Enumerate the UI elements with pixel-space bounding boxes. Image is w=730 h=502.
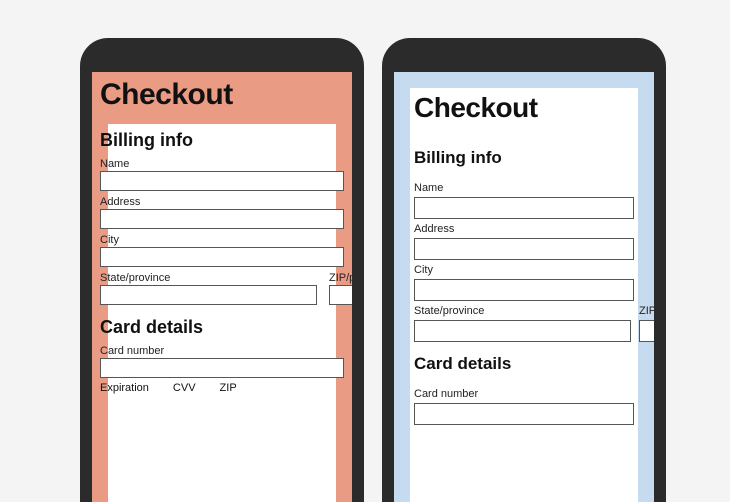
name-label: Name (100, 158, 346, 170)
billing-heading: Billing info (100, 130, 346, 151)
city-label: City (414, 264, 634, 276)
checkout-form-left: Checkout Billing info Name Address City … (92, 72, 352, 502)
name-label: Name (414, 182, 634, 194)
cvv-label: CVV (173, 382, 196, 394)
name-input[interactable] (414, 197, 634, 219)
zip-input[interactable] (329, 285, 352, 305)
address-input[interactable] (100, 209, 344, 229)
state-input[interactable] (100, 285, 317, 305)
state-label: State/province (100, 272, 319, 284)
card-heading: Card details (414, 354, 634, 374)
city-input[interactable] (414, 279, 634, 301)
city-label: City (100, 234, 346, 246)
address-input[interactable] (414, 238, 634, 260)
screen-right: Checkout Billing info Name Address City … (394, 72, 654, 502)
billing-heading: Billing info (414, 148, 634, 168)
card-zip-label: ZIP (220, 382, 237, 394)
state-label: State/province (414, 305, 631, 317)
zip-label: ZIP/postal code (639, 305, 654, 317)
name-input[interactable] (100, 171, 344, 191)
page-title: Checkout (414, 92, 634, 124)
card-number-label: Card number (414, 388, 634, 400)
card-heading: Card details (100, 317, 346, 338)
state-input[interactable] (414, 320, 631, 342)
checkout-form-right: Checkout Billing info Name Address City … (394, 72, 654, 502)
card-number-input[interactable] (414, 403, 634, 425)
card-number-input[interactable] (100, 358, 344, 378)
card-number-label: Card number (100, 345, 346, 357)
zip-label: ZIP/postal code (329, 272, 352, 284)
phone-mockup-left: Checkout Billing info Name Address City … (80, 38, 364, 502)
address-label: Address (100, 196, 346, 208)
screen-left: Checkout Billing info Name Address City … (92, 72, 352, 502)
zip-input[interactable] (639, 320, 654, 342)
page-title: Checkout (100, 78, 346, 112)
city-input[interactable] (100, 247, 344, 267)
phone-mockup-right: Checkout Billing info Name Address City … (382, 38, 666, 502)
expiration-label: Expiration (100, 382, 149, 394)
address-label: Address (414, 223, 634, 235)
